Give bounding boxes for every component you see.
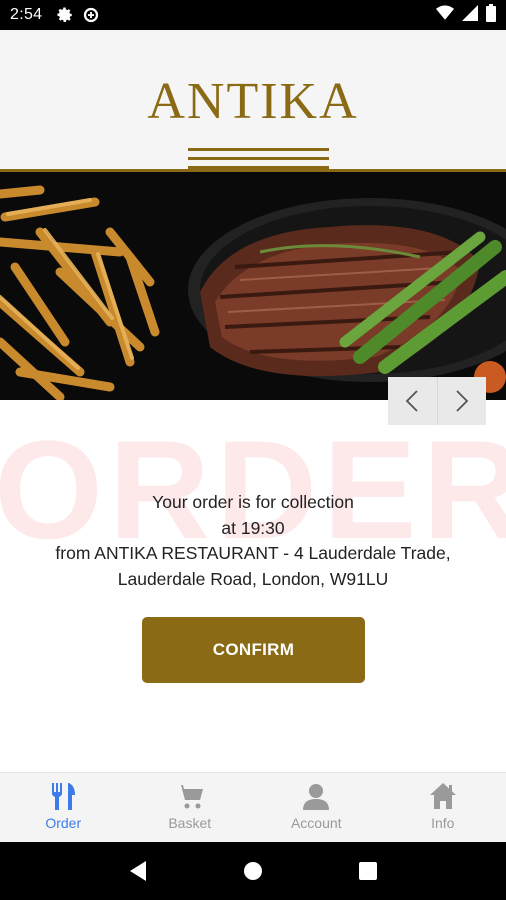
order-address-text: Lauderdale Road, London, W91LU [117, 568, 389, 589]
settings-icon [56, 6, 74, 24]
wifi-icon [436, 5, 454, 26]
tab-basket[interactable]: Basket [127, 773, 254, 842]
hero-food-image [0, 172, 506, 400]
home-circle-icon [243, 862, 262, 880]
recents-button[interactable] [348, 851, 388, 891]
tab-order[interactable]: Order [0, 773, 127, 842]
status-time: 2:54 [10, 6, 43, 23]
home-icon [429, 783, 456, 809]
restaurant-header: ANTIKA [0, 30, 506, 196]
home-button[interactable] [233, 851, 273, 891]
person-icon [303, 784, 330, 810]
order-time-text: at 19:30 [221, 517, 285, 538]
bottom-navigation: Order Basket Account Info [0, 772, 506, 842]
tab-order-label: Order [45, 815, 82, 831]
status-bar: 2:54 [0, 0, 506, 30]
battery-icon [486, 3, 496, 27]
order-location-text: from ANTIKA RESTAURANT - 4 Lauderdale Tr… [55, 543, 451, 563]
data-saver-icon [82, 6, 100, 24]
tab-info-label: Info [431, 815, 455, 831]
cart-icon [175, 785, 203, 809]
fork-knife-icon [52, 783, 76, 810]
tab-basket-label: Basket [168, 815, 212, 831]
restaurant-logo: ANTIKA [147, 73, 359, 130]
signal-icon [462, 4, 478, 26]
order-summary: Your order is for collection at 19:30 fr… [0, 490, 506, 592]
order-type-text: Your order is for collection [152, 492, 354, 512]
tab-info[interactable]: Info [380, 773, 506, 842]
tab-account[interactable]: Account [253, 773, 380, 842]
chevron-left-icon [405, 390, 418, 412]
tab-account-label: Account [290, 815, 342, 831]
recents-square-icon [359, 862, 378, 880]
back-button[interactable] [118, 851, 158, 891]
confirm-button[interactable]: CONFIRM [142, 617, 365, 683]
system-nav-bar [0, 842, 506, 900]
chevron-right-icon [456, 390, 469, 412]
back-triangle-icon [129, 861, 146, 881]
